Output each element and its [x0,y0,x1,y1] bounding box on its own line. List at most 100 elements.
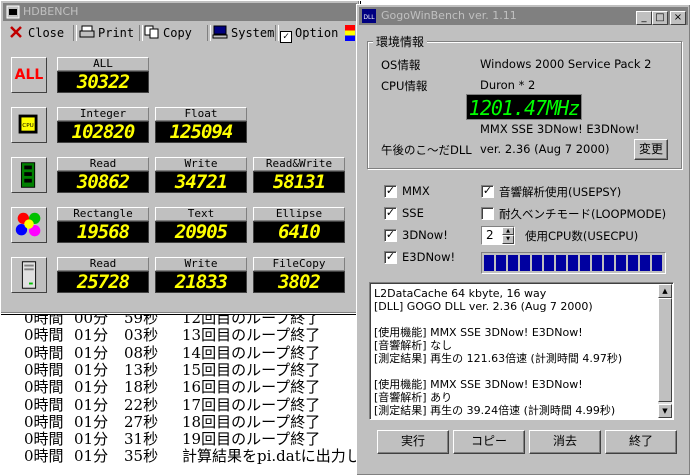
maximize-button[interactable]: □ [652,11,668,25]
log-t: 0時間 [24,360,64,379]
loopmode-checkbox[interactable] [481,207,494,220]
mmx-label: MMX [402,184,430,198]
copy-result-button[interactable]: コピー [453,430,525,454]
spin-down-button[interactable]: ▼ [502,235,514,244]
log-m: 01分 [74,447,109,466]
result-line: [使用機能] MMX SSE 3DNow! E3DNow! [374,378,583,391]
change-button[interactable]: 変更 [634,139,668,160]
result-line: [使用機能] MMX SSE 3DNow! E3DNow! [374,326,583,339]
gogowinbench-window: DLL GogoWinBench ver. 1.11 _ □ × 環境情報 OS… [356,4,691,476]
gogo-titlebar[interactable]: DLL GogoWinBench ver. 1.11 _ □ × [359,7,688,25]
hdbench-toolbar: Close Print Copy System ✓ Option [3,22,359,44]
printer-icon [79,25,95,38]
progress-block [496,255,506,271]
checkbox-checked-icon: ✓ [280,31,292,43]
system-button[interactable]: System [212,24,274,42]
video-button[interactable] [11,207,47,243]
log-s: 22秒 [124,395,159,414]
toolbar-separator [139,25,143,41]
cpu-count-value: 2 [486,228,494,242]
usepsy-checkbox[interactable]: ✓ [481,185,494,198]
filecopy-score: 3802 [253,271,345,293]
scroll-up-button[interactable]: ▲ [658,284,672,298]
hdbench-title: HDBENCH [23,5,79,18]
progress-block [520,255,530,271]
hdbench-window: HDBENCH Close Print Copy System ✓ Option… [0,0,360,314]
arrow-up-icon: ▲ [506,228,510,234]
disk-drive-icon [21,261,37,289]
arrow-down-icon: ▼ [662,407,668,415]
ellipse-header: Ellipse [253,207,345,221]
log-msg: 18回目のループ終了 [182,412,321,431]
scroll-down-button[interactable]: ▼ [658,404,672,418]
log-msg: 19回目のループ終了 [182,430,321,449]
window-close-button[interactable]: × [670,11,686,25]
result-line: [DLL] GOGO DLL ver. 2.36 (Aug 7 2000) [374,300,593,313]
drive-write-score: 21833 [155,271,247,293]
cpu-value: Duron * 2 [480,78,536,92]
progress-block [652,255,662,271]
memory-read-header: Read [57,157,149,171]
check-icon: ✓ [482,184,493,197]
e3dnow-checkbox[interactable]: ✓ [384,251,397,264]
log-s: 35秒 [124,447,159,466]
log-s: 03秒 [124,326,159,345]
progress-block [568,255,578,271]
log-t: 0時間 [24,412,64,431]
print-button[interactable]: Print [79,24,134,42]
log-msg: 16回目のループ終了 [182,378,321,397]
progress-block [628,255,638,271]
result-log[interactable]: L2DataCache 64 kbyte, 16 way [DLL] GOGO D… [369,282,674,420]
progress-block [604,255,614,271]
copy-button[interactable]: Copy [144,24,192,42]
dll-app-icon: DLL [362,9,376,23]
all-header: ALL [57,57,149,71]
sse-label: SSE [402,206,424,220]
option-checkbox[interactable]: ✓ Option [280,24,338,43]
3dnow-checkbox[interactable]: ✓ [384,229,397,242]
cpu-button[interactable]: CPU [11,107,47,143]
progress-block [592,255,602,271]
ellipse-score: 6410 [253,221,345,243]
log-msg: 17回目のループ終了 [182,395,321,414]
toolbar-separator [275,25,279,41]
float-header: Float [155,107,247,121]
toolbar-separator [207,25,211,41]
progress-block [580,255,590,271]
memory-rw-header: Read&Write [253,157,345,171]
toolbar-separator [73,25,77,41]
spin-up-button[interactable]: ▲ [502,227,514,235]
all-button[interactable]: ALL [11,57,47,93]
log-m: 01分 [74,326,109,345]
log-msg: 計算結果をpi.datに出力しました [182,447,406,466]
memory-write-header: Write [155,157,247,171]
hdbench-titlebar[interactable]: HDBENCH [3,3,357,21]
integer-header: Integer [57,107,149,121]
log-m: 01分 [74,360,109,379]
loopmode-label: 耐久ベンチモード(LOOPMODE) [499,207,667,221]
progress-block [508,255,518,271]
drive-read-score: 25728 [57,271,149,293]
memory-button[interactable] [11,157,47,193]
close-icon [10,26,22,38]
log-line: 0時間 01分 35秒 計算結果をpi.datに出力しました [24,447,406,466]
cpu-count-spinner[interactable]: 2 ▲ ▼ [481,226,515,245]
sse-checkbox[interactable]: ✓ [384,207,397,220]
dll-version: ver. 2.36 (Aug 7 2000) [480,142,610,156]
drive-button[interactable] [11,257,47,293]
mmx-checkbox[interactable]: ✓ [384,185,397,198]
exit-button[interactable]: 終了 [605,430,677,454]
result-line: [測定結果] 再生の 39.24倍速 (計測時間 4.99秒) [374,404,616,417]
log-s: 18秒 [124,378,159,397]
scroll-thumb[interactable] [658,298,672,402]
run-button[interactable]: 実行 [377,430,449,454]
result-scrollbar[interactable]: ▲ ▼ [658,284,672,418]
close-button[interactable]: Close [9,24,64,42]
log-t: 0時間 [24,447,64,466]
log-line: 0時間 01分 13秒 15回目のループ終了 [24,362,382,378]
log-m: 01分 [74,430,109,449]
log-t: 0時間 [24,395,64,414]
clear-button[interactable]: 消去 [529,430,601,454]
minimize-button[interactable]: _ [636,11,652,25]
all-score: 30322 [57,71,149,93]
